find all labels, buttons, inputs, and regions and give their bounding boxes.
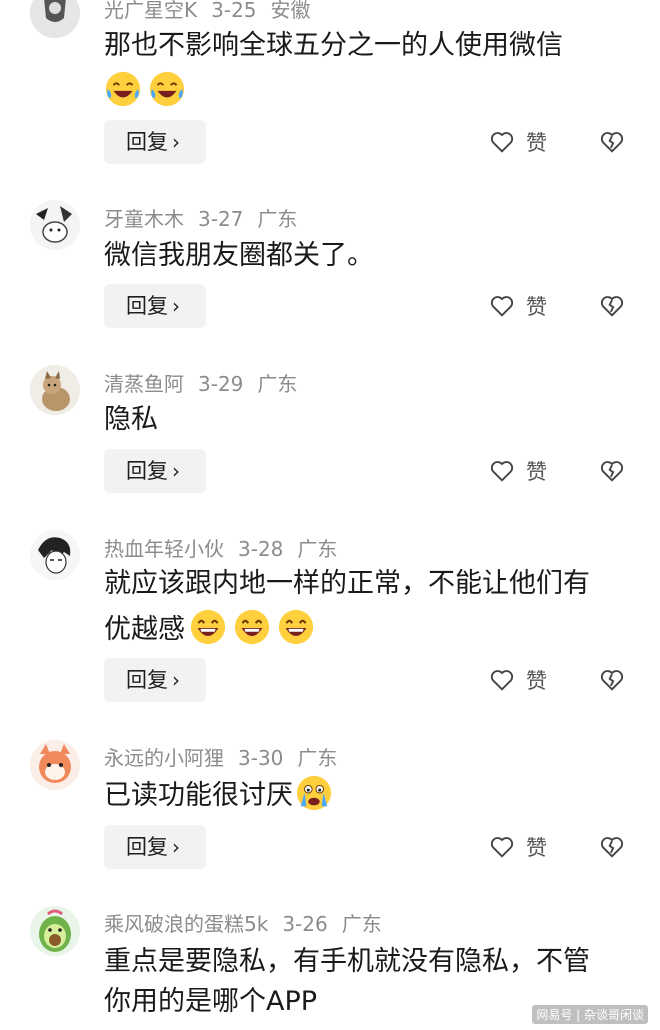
broken-heart-icon[interactable] xyxy=(598,292,626,320)
laugh-emoji-icon xyxy=(278,609,314,645)
comment-meta: 清蒸鱼阿 3-29 广东 xyxy=(104,368,311,397)
comment-location: 安徽 xyxy=(270,0,311,22)
broken-heart-icon[interactable] xyxy=(598,833,626,861)
watermark: 网易号 | 杂谈哥闲谈 xyxy=(532,1005,648,1024)
heart-outline-icon xyxy=(490,132,514,153)
comment-body-line: 重点是要隐私，有手机就没有隐私，不管 xyxy=(104,946,590,977)
comment-date: 3-29 xyxy=(198,372,244,396)
laugh-emoji-icon xyxy=(234,609,270,645)
comment-meta: 光广星空K 3-25 安徽 xyxy=(104,0,325,23)
comment-text: 那也不影响全球五分之一的人使用微信 xyxy=(104,26,634,66)
like-label: 赞 xyxy=(526,131,547,155)
author-name[interactable]: 永远的小阿狸 xyxy=(104,746,224,770)
author-name[interactable]: 清蒸鱼阿 xyxy=(104,372,184,396)
laugh-emoji-icon xyxy=(190,609,226,645)
avatar[interactable] xyxy=(30,0,80,38)
heart-outline-icon xyxy=(490,670,514,691)
comment-body: 那也不影响全球五分之一的人使用微信 xyxy=(104,30,563,61)
author-name[interactable]: 光广星空K xyxy=(104,0,197,22)
laugh-cry-emoji-icon xyxy=(105,71,141,107)
comment-date: 3-25 xyxy=(211,0,257,22)
like-button[interactable]: 赞 xyxy=(488,825,547,869)
reply-button[interactable]: 回复 › xyxy=(104,120,206,164)
reply-label: 回复 xyxy=(126,668,168,692)
avatar[interactable] xyxy=(30,530,80,580)
like-button[interactable]: 赞 xyxy=(488,658,547,702)
comment-date: 3-28 xyxy=(238,537,284,561)
reply-button[interactable]: 回复 › xyxy=(104,658,206,702)
avatar[interactable] xyxy=(30,906,80,956)
reply-label: 回复 xyxy=(126,294,168,318)
comment-body: 隐私 xyxy=(104,404,158,435)
heart-outline-icon xyxy=(490,837,514,858)
reply-button[interactable]: 回复 › xyxy=(104,449,206,493)
comment-location: 广东 xyxy=(297,537,338,561)
reply-button[interactable]: 回复 › xyxy=(104,284,206,328)
reply-label: 回复 xyxy=(126,130,168,154)
avatar[interactable] xyxy=(30,365,80,415)
comment-body-line: 优越感 xyxy=(104,608,634,650)
broken-heart-icon[interactable] xyxy=(598,128,626,156)
author-name[interactable]: 牙童木木 xyxy=(104,207,184,231)
author-name[interactable]: 热血年轻小伙 xyxy=(104,537,224,561)
comment-location: 广东 xyxy=(257,372,298,396)
reply-button[interactable]: 回复 › xyxy=(104,825,206,869)
chevron-right-icon: › xyxy=(172,294,180,318)
heart-outline-icon xyxy=(490,296,514,317)
laugh-cry-emoji-icon xyxy=(149,71,185,107)
emoji-row xyxy=(104,70,192,108)
chevron-right-icon: › xyxy=(172,668,180,692)
broken-heart-icon[interactable] xyxy=(598,666,626,694)
like-button[interactable]: 赞 xyxy=(488,120,547,164)
author-name[interactable]: 乘风破浪的蛋糕5k xyxy=(104,912,268,936)
like-label: 赞 xyxy=(526,295,547,319)
comment-meta: 牙童木木 3-27 广东 xyxy=(104,203,311,232)
comment-date: 3-26 xyxy=(282,912,328,936)
comment-text: 已读功能很讨厌 xyxy=(104,774,634,816)
reply-label: 回复 xyxy=(126,835,168,859)
comment-location: 广东 xyxy=(297,746,338,770)
broken-heart-icon[interactable] xyxy=(598,457,626,485)
like-label: 赞 xyxy=(526,669,547,693)
like-label: 赞 xyxy=(526,460,547,484)
comment-meta: 热血年轻小伙 3-28 广东 xyxy=(104,533,351,562)
reply-label: 回复 xyxy=(126,459,168,483)
chevron-right-icon: › xyxy=(172,459,180,483)
comment-body: 已读功能很讨厌 xyxy=(104,780,293,811)
avatar[interactable] xyxy=(30,200,80,250)
heart-outline-icon xyxy=(490,461,514,482)
comment-body-tail: 优越感 xyxy=(104,614,185,645)
like-button[interactable]: 赞 xyxy=(488,449,547,493)
chevron-right-icon: › xyxy=(172,835,180,859)
comment-location: 广东 xyxy=(341,912,382,936)
comment-meta: 永远的小阿狸 3-30 广东 xyxy=(104,742,351,771)
comment-meta: 乘风破浪的蛋糕5k 3-26 广东 xyxy=(104,908,396,937)
comment-location: 广东 xyxy=(257,207,298,231)
comment-date: 3-27 xyxy=(198,207,244,231)
comment-text: 隐私 xyxy=(104,400,634,440)
comment-date: 3-30 xyxy=(238,746,284,770)
crying-emoji-icon xyxy=(296,775,332,811)
like-button[interactable]: 赞 xyxy=(488,284,547,328)
comment-text: 微信我朋友圈都关了。 xyxy=(104,236,634,276)
avatar[interactable] xyxy=(30,740,80,790)
chevron-right-icon: › xyxy=(172,130,180,154)
comment-text: 就应该跟内地一样的正常，不能让他们有 优越感 xyxy=(104,564,634,650)
like-label: 赞 xyxy=(526,836,547,860)
comment-body: 微信我朋友圈都关了。 xyxy=(104,240,374,271)
comment-body-line: 就应该跟内地一样的正常，不能让他们有 xyxy=(104,568,590,599)
